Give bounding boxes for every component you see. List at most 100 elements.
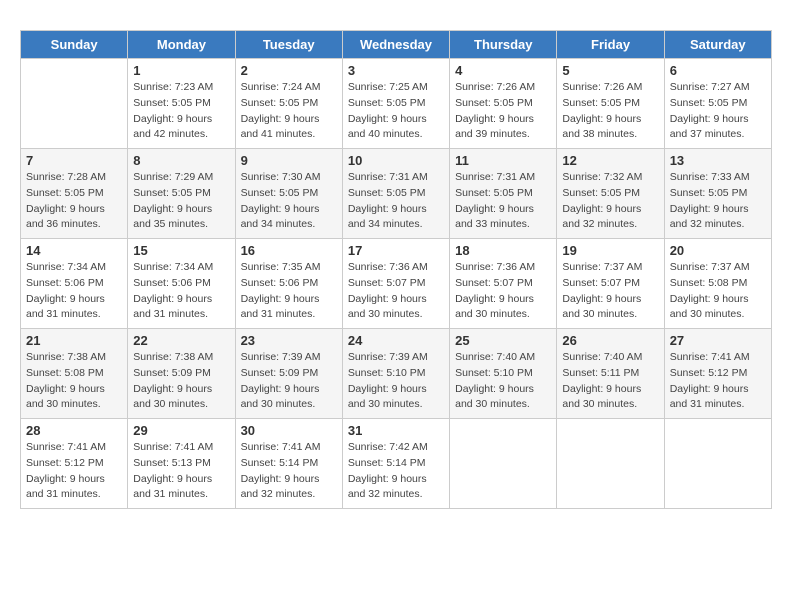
calendar-cell: 2 Sunrise: 7:24 AMSunset: 5:05 PMDaylight… xyxy=(235,59,342,149)
calendar-cell: 19 Sunrise: 7:37 AMSunset: 5:07 PMDayligh… xyxy=(557,239,664,329)
weekday-header-sunday: Sunday xyxy=(21,31,128,59)
calendar-week-5: 28 Sunrise: 7:41 AMSunset: 5:12 PMDayligh… xyxy=(21,419,772,509)
day-info: Sunrise: 7:40 AMSunset: 5:10 PMDaylight:… xyxy=(455,350,551,413)
day-number: 2 xyxy=(241,63,337,78)
day-info: Sunrise: 7:41 AMSunset: 5:13 PMDaylight:… xyxy=(133,440,229,503)
day-number: 3 xyxy=(348,63,444,78)
weekday-header-tuesday: Tuesday xyxy=(235,31,342,59)
calendar-week-1: 1Sunrise: 7:23 AMSunset: 5:05 PMDaylight… xyxy=(21,59,772,149)
calendar-cell: 25 Sunrise: 7:40 AMSunset: 5:10 PMDayligh… xyxy=(450,329,557,419)
weekday-header-friday: Friday xyxy=(557,31,664,59)
calendar-cell: 3 Sunrise: 7:25 AMSunset: 5:05 PMDaylight… xyxy=(342,59,449,149)
calendar-cell: 6 Sunrise: 7:27 AMSunset: 5:05 PMDaylight… xyxy=(664,59,771,149)
calendar-cell: 4 Sunrise: 7:26 AMSunset: 5:05 PMDaylight… xyxy=(450,59,557,149)
day-number: 25 xyxy=(455,333,551,348)
day-info: Sunrise: 7:26 AMSunset: 5:05 PMDaylight:… xyxy=(562,80,658,143)
calendar-cell: 5 Sunrise: 7:26 AMSunset: 5:05 PMDaylight… xyxy=(557,59,664,149)
day-number: 12 xyxy=(562,153,658,168)
weekday-header-monday: Monday xyxy=(128,31,235,59)
day-info: Sunrise: 7:38 AMSunset: 5:08 PMDaylight:… xyxy=(26,350,122,413)
day-info: Sunrise: 7:41 AMSunset: 5:12 PMDaylight:… xyxy=(670,350,766,413)
day-number: 4 xyxy=(455,63,551,78)
day-number: 19 xyxy=(562,243,658,258)
calendar-cell xyxy=(557,419,664,509)
day-info: Sunrise: 7:42 AMSunset: 5:14 PMDaylight:… xyxy=(348,440,444,503)
day-number: 5 xyxy=(562,63,658,78)
day-info: Sunrise: 7:27 AMSunset: 5:05 PMDaylight:… xyxy=(670,80,766,143)
day-info: Sunrise: 7:41 AMSunset: 5:12 PMDaylight:… xyxy=(26,440,122,503)
day-number: 29 xyxy=(133,423,229,438)
calendar-cell: 15 Sunrise: 7:34 AMSunset: 5:06 PMDayligh… xyxy=(128,239,235,329)
calendar-cell: 24 Sunrise: 7:39 AMSunset: 5:10 PMDayligh… xyxy=(342,329,449,419)
day-info: Sunrise: 7:36 AMSunset: 5:07 PMDaylight:… xyxy=(455,260,551,323)
calendar-cell: 23 Sunrise: 7:39 AMSunset: 5:09 PMDayligh… xyxy=(235,329,342,419)
calendar-week-2: 7 Sunrise: 7:28 AMSunset: 5:05 PMDaylight… xyxy=(21,149,772,239)
calendar-week-3: 14 Sunrise: 7:34 AMSunset: 5:06 PMDayligh… xyxy=(21,239,772,329)
day-number: 7 xyxy=(26,153,122,168)
day-info: Sunrise: 7:35 AMSunset: 5:06 PMDaylight:… xyxy=(241,260,337,323)
calendar-cell: 21 Sunrise: 7:38 AMSunset: 5:08 PMDayligh… xyxy=(21,329,128,419)
day-number: 21 xyxy=(26,333,122,348)
calendar-cell: 17 Sunrise: 7:36 AMSunset: 5:07 PMDayligh… xyxy=(342,239,449,329)
calendar-cell: 22 Sunrise: 7:38 AMSunset: 5:09 PMDayligh… xyxy=(128,329,235,419)
calendar-cell xyxy=(664,419,771,509)
day-info: Sunrise: 7:25 AMSunset: 5:05 PMDaylight:… xyxy=(348,80,444,143)
day-number: 30 xyxy=(241,423,337,438)
day-info: Sunrise: 7:32 AMSunset: 5:05 PMDaylight:… xyxy=(562,170,658,233)
calendar-cell: 16 Sunrise: 7:35 AMSunset: 5:06 PMDayligh… xyxy=(235,239,342,329)
day-info: Sunrise: 7:34 AMSunset: 5:06 PMDaylight:… xyxy=(133,260,229,323)
calendar-cell: 1Sunrise: 7:23 AMSunset: 5:05 PMDaylight… xyxy=(128,59,235,149)
calendar-cell: 27 Sunrise: 7:41 AMSunset: 5:12 PMDayligh… xyxy=(664,329,771,419)
calendar-cell: 10Sunrise: 7:31 AMSunset: 5:05 PMDayligh… xyxy=(342,149,449,239)
day-number: 22 xyxy=(133,333,229,348)
day-number: 8 xyxy=(133,153,229,168)
calendar-header-row: SundayMondayTuesdayWednesdayThursdayFrid… xyxy=(21,31,772,59)
weekday-header-thursday: Thursday xyxy=(450,31,557,59)
calendar-cell: 26Sunrise: 7:40 AMSunset: 5:11 PMDayligh… xyxy=(557,329,664,419)
day-info: Sunrise: 7:41 AMSunset: 5:14 PMDaylight:… xyxy=(241,440,337,503)
day-info: Sunrise: 7:31 AMSunset: 5:05 PMDaylight:… xyxy=(348,170,444,233)
weekday-header-wednesday: Wednesday xyxy=(342,31,449,59)
day-number: 23 xyxy=(241,333,337,348)
calendar-cell: 12 Sunrise: 7:32 AMSunset: 5:05 PMDayligh… xyxy=(557,149,664,239)
day-info: Sunrise: 7:39 AMSunset: 5:09 PMDaylight:… xyxy=(241,350,337,413)
day-number: 24 xyxy=(348,333,444,348)
calendar-week-4: 21 Sunrise: 7:38 AMSunset: 5:08 PMDayligh… xyxy=(21,329,772,419)
day-info: Sunrise: 7:33 AMSunset: 5:05 PMDaylight:… xyxy=(670,170,766,233)
day-number: 20 xyxy=(670,243,766,258)
day-info: Sunrise: 7:36 AMSunset: 5:07 PMDaylight:… xyxy=(348,260,444,323)
day-number: 9 xyxy=(241,153,337,168)
day-number: 31 xyxy=(348,423,444,438)
day-info: Sunrise: 7:30 AMSunset: 5:05 PMDaylight:… xyxy=(241,170,337,233)
calendar-cell: 31 Sunrise: 7:42 AMSunset: 5:14 PMDayligh… xyxy=(342,419,449,509)
day-info: Sunrise: 7:40 AMSunset: 5:11 PMDaylight:… xyxy=(562,350,658,413)
calendar-cell: 8 Sunrise: 7:29 AMSunset: 5:05 PMDaylight… xyxy=(128,149,235,239)
day-info: Sunrise: 7:37 AMSunset: 5:07 PMDaylight:… xyxy=(562,260,658,323)
day-number: 14 xyxy=(26,243,122,258)
calendar-cell: 9 Sunrise: 7:30 AMSunset: 5:05 PMDaylight… xyxy=(235,149,342,239)
day-number: 27 xyxy=(670,333,766,348)
day-info: Sunrise: 7:24 AMSunset: 5:05 PMDaylight:… xyxy=(241,80,337,143)
calendar-cell: 11 Sunrise: 7:31 AMSunset: 5:05 PMDayligh… xyxy=(450,149,557,239)
calendar-table: SundayMondayTuesdayWednesdayThursdayFrid… xyxy=(20,30,772,509)
day-info: Sunrise: 7:29 AMSunset: 5:05 PMDaylight:… xyxy=(133,170,229,233)
day-info: Sunrise: 7:31 AMSunset: 5:05 PMDaylight:… xyxy=(455,170,551,233)
day-info: Sunrise: 7:38 AMSunset: 5:09 PMDaylight:… xyxy=(133,350,229,413)
calendar-cell: 29 Sunrise: 7:41 AMSunset: 5:13 PMDayligh… xyxy=(128,419,235,509)
day-number: 16 xyxy=(241,243,337,258)
calendar-cell xyxy=(450,419,557,509)
weekday-header-saturday: Saturday xyxy=(664,31,771,59)
day-number: 11 xyxy=(455,153,551,168)
day-number: 1 xyxy=(133,63,229,78)
calendar-cell: 28 Sunrise: 7:41 AMSunset: 5:12 PMDayligh… xyxy=(21,419,128,509)
day-number: 18 xyxy=(455,243,551,258)
day-info: Sunrise: 7:28 AMSunset: 5:05 PMDaylight:… xyxy=(26,170,122,233)
calendar-cell: 20Sunrise: 7:37 AMSunset: 5:08 PMDayligh… xyxy=(664,239,771,329)
day-info: Sunrise: 7:26 AMSunset: 5:05 PMDaylight:… xyxy=(455,80,551,143)
day-number: 6 xyxy=(670,63,766,78)
day-info: Sunrise: 7:39 AMSunset: 5:10 PMDaylight:… xyxy=(348,350,444,413)
day-number: 15 xyxy=(133,243,229,258)
day-number: 28 xyxy=(26,423,122,438)
calendar-cell: 14Sunrise: 7:34 AMSunset: 5:06 PMDayligh… xyxy=(21,239,128,329)
day-number: 17 xyxy=(348,243,444,258)
